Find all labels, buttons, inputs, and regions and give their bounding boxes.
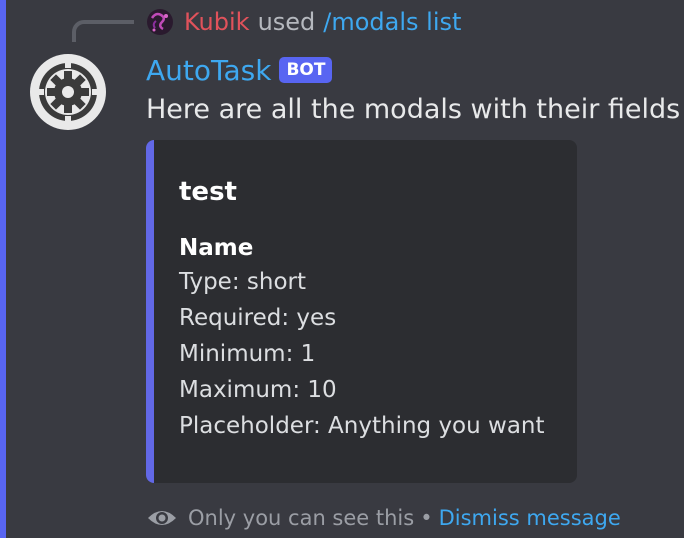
field-line-maximum: Maximum: 10 bbox=[179, 377, 337, 403]
highlight-bar bbox=[0, 0, 6, 538]
reply-username[interactable]: Kubik bbox=[184, 8, 250, 36]
field-line-type: Type: short bbox=[179, 269, 306, 295]
separator-dot: • bbox=[420, 506, 433, 530]
command-link[interactable]: /modals list bbox=[323, 8, 461, 36]
dismiss-message-link[interactable]: Dismiss message bbox=[439, 506, 621, 530]
field-line-placeholder: Placeholder: Anything you want bbox=[179, 413, 545, 439]
embed-body: test Name Type: short Required: yes Mini… bbox=[179, 176, 545, 444]
field-line-minimum: Minimum: 1 bbox=[179, 341, 316, 367]
bot-badge: BOT bbox=[279, 57, 333, 83]
ephemeral-message: Kubik used /modals list AutoTask BOT Her… bbox=[0, 0, 684, 538]
field-line-required: Required: yes bbox=[179, 305, 337, 331]
command-reply-header: Kubik used /modals list bbox=[146, 6, 461, 38]
reply-connector bbox=[72, 20, 134, 42]
visibility-notice: Only you can see this bbox=[188, 506, 415, 530]
embed: test Name Type: short Required: yes Mini… bbox=[146, 140, 577, 483]
reply-verb: used bbox=[257, 8, 316, 36]
message-header: AutoTask BOT bbox=[146, 50, 333, 90]
embed-accent-border bbox=[146, 140, 154, 483]
eye-icon bbox=[148, 511, 176, 525]
embed-title: test bbox=[179, 177, 237, 207]
gear-icon[interactable] bbox=[30, 54, 106, 130]
message-content: Here are all the modals with their field… bbox=[146, 94, 684, 125]
ephemeral-footer: Only you can see this • Dismiss message bbox=[146, 502, 621, 534]
author-name[interactable]: AutoTask bbox=[146, 54, 271, 87]
embed-field-name: Name bbox=[179, 235, 254, 261]
swirl-avatar-icon[interactable] bbox=[146, 8, 174, 36]
